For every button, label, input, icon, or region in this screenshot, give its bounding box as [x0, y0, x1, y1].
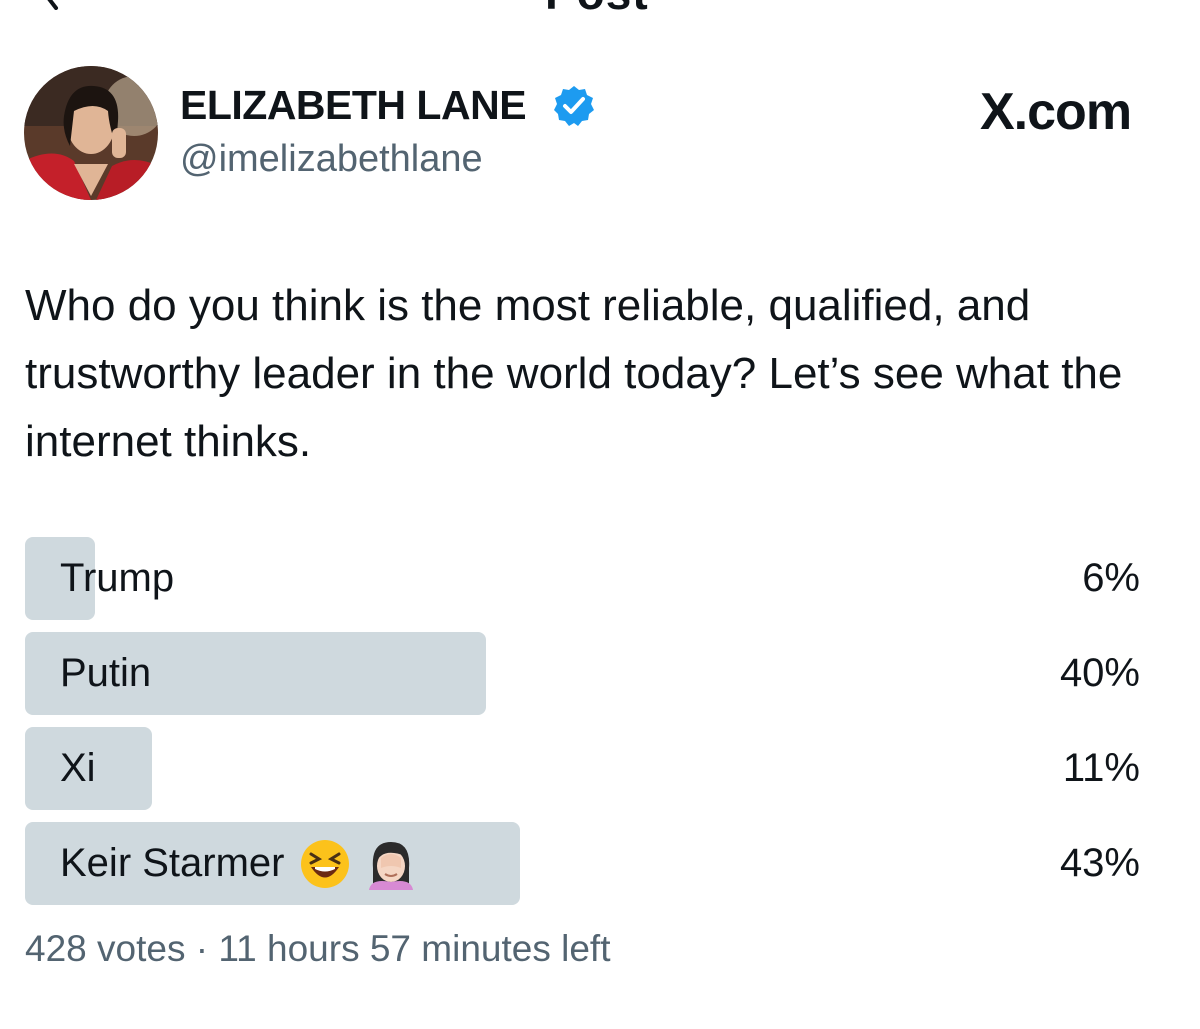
poll-option-keir-starmer[interactable]: Keir Starmer 43%: [25, 822, 1165, 905]
laughing-face-icon: [300, 839, 349, 888]
poll-option-label: Xi: [60, 746, 96, 790]
back-arrow-icon[interactable]: [42, 0, 72, 10]
page-title: Post: [545, 0, 649, 16]
brand-watermark: X.com: [980, 83, 1132, 141]
poll-option-percent: 6%: [1082, 556, 1140, 600]
poll-option-percent: 43%: [1059, 841, 1140, 885]
poll-option-percent: 11%: [1062, 746, 1140, 790]
poll-option-label: Trump: [60, 556, 175, 600]
poll-option-percent: 40%: [1059, 651, 1140, 695]
avatar[interactable]: [24, 66, 158, 200]
poll-footer: 428 votes · 11 hours 57 minutes left: [25, 928, 611, 969]
verified-badge-icon: [554, 86, 594, 126]
poll-option-xi[interactable]: Xi 11%: [25, 727, 1165, 810]
author-display-name[interactable]: ELIZABETH LANE: [180, 82, 527, 129]
poll-option-label: Putin: [60, 651, 152, 695]
woman-facepalming-icon: [368, 841, 413, 890]
poll-option-putin[interactable]: Putin 40%: [25, 632, 1165, 715]
poll-option-trump[interactable]: Trump 6%: [25, 537, 1165, 620]
post-text: Who do you think is the most reliable, q…: [25, 281, 1123, 466]
top-bar: Post: [0, 0, 1200, 16]
author-handle[interactable]: @imelizabethlane: [180, 138, 483, 181]
poll-option-label: Keir Starmer: [60, 841, 285, 885]
poll-option-label-wrap: Keir Starmer: [60, 822, 417, 905]
